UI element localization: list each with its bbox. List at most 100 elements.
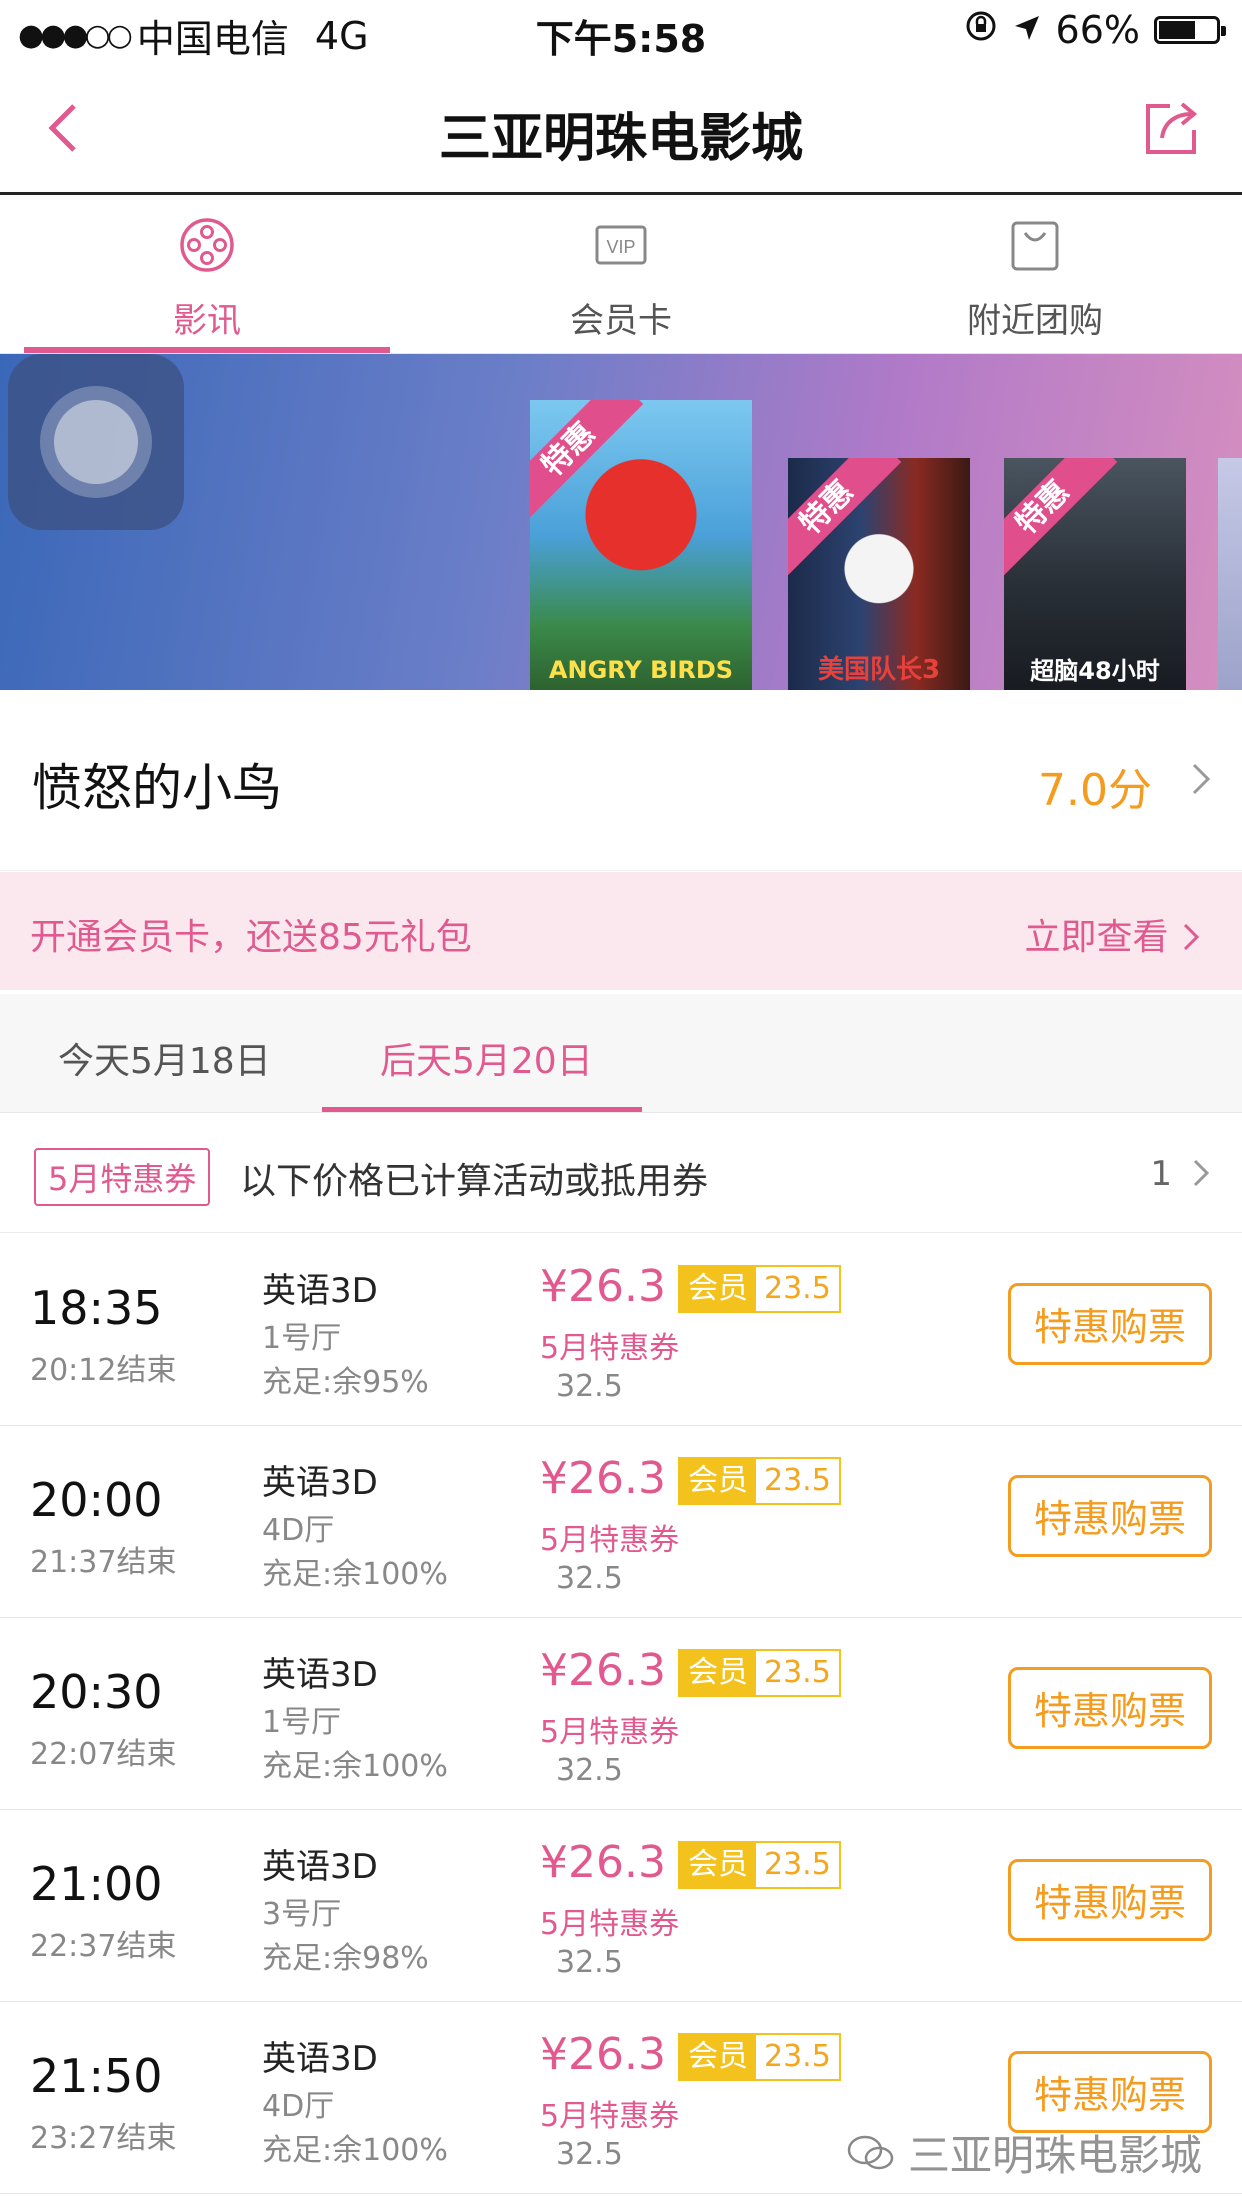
original-price: 32.5	[556, 1753, 623, 1788]
promo-link-label: 立即查看	[1024, 917, 1169, 958]
original-price: 32.5	[556, 2137, 623, 2172]
language-format: 英语3D	[262, 1463, 378, 1503]
price: ¥26.3	[540, 1261, 666, 1312]
language-format: 英语3D	[262, 2039, 378, 2079]
start-time: 18:35	[30, 1281, 163, 1335]
hall: 1号厅	[262, 1321, 342, 1356]
status-bar: ●●●○○ 中国电信 4G 下午5:58 66%	[0, 0, 1242, 62]
coupon-count: 1	[1150, 1154, 1172, 1194]
seat-availability: 充足:余100%	[262, 1557, 448, 1592]
buy-ticket-button[interactable]: 特惠购票	[1008, 2051, 1212, 2133]
language-format: 英语3D	[262, 1655, 378, 1695]
seat-availability: 充足:余95%	[262, 1365, 429, 1400]
page-title: 三亚明珠电影城	[438, 109, 803, 169]
original-price: 32.5	[556, 1369, 623, 1404]
share-button[interactable]	[1140, 96, 1204, 160]
seat-availability: 充足:余98%	[262, 1941, 429, 1976]
seat-availability: 充足:余100%	[262, 2133, 448, 2168]
location-arrow-icon	[1012, 8, 1042, 52]
member-price: 23.5	[756, 1267, 839, 1311]
wechat-icon	[847, 2135, 894, 2169]
tab-vip-card[interactable]: VIP 会员卡	[414, 195, 828, 353]
buy-ticket-button[interactable]: 特惠购票	[1008, 1475, 1212, 1557]
price: ¥26.3	[540, 2029, 666, 2080]
end-time: 20:12结束	[30, 1353, 177, 1388]
tab-label: 会员卡	[570, 301, 672, 341]
coupon-row[interactable]: 5月特惠券 以下价格已计算活动或抵用券 1	[0, 1112, 1242, 1233]
tab-movies[interactable]: 影讯	[0, 195, 414, 353]
start-time: 21:00	[30, 1857, 163, 1911]
chevron-right-icon	[1183, 923, 1200, 951]
hall: 3号厅	[262, 1897, 342, 1932]
coupon-label: 5月特惠券	[540, 2099, 680, 2134]
buy-ticket-button[interactable]: 特惠购票	[1008, 1859, 1212, 1941]
start-time: 20:00	[30, 1473, 163, 1527]
member-label: 会员	[680, 1843, 756, 1887]
end-time: 22:07结束	[30, 1737, 177, 1772]
date-tab-today[interactable]: 今天5月18日	[58, 1032, 271, 1084]
poster-captain-america[interactable]: 特惠 美国队长3	[788, 458, 970, 690]
buy-ticket-button[interactable]: 特惠购票	[1008, 1283, 1212, 1365]
watermark: 三亚明珠电影城	[846, 2122, 1202, 2183]
tab-label: 附近团购	[967, 301, 1103, 341]
promo-text: 开通会员卡，还送85元礼包	[30, 917, 472, 958]
poster-title: ANGRY BIRDS	[548, 656, 734, 684]
member-price-badge: 会员 23.5	[678, 1841, 841, 1889]
battery-icon	[1154, 16, 1226, 44]
member-price: 23.5	[756, 1651, 839, 1695]
end-time: 21:37结束	[30, 1545, 177, 1580]
poster-carousel[interactable]: 特惠 ANGRY BIRDS 特惠 美国队长3 特惠 超脑48小时	[0, 354, 1242, 690]
share-icon	[1146, 102, 1198, 154]
assistive-touch-button[interactable]	[8, 354, 184, 530]
language-format: 英语3D	[262, 1271, 378, 1311]
poster-partial[interactable]	[1218, 458, 1242, 690]
showtime-row[interactable]: 20:00 21:37结束 英语3D 4D厅 充足:余100% ¥26.3 会员…	[0, 1425, 1242, 1618]
movie-info-row[interactable]: 愤怒的小鸟 7.0分	[0, 690, 1242, 871]
showtime-row[interactable]: 18:35 20:12结束 英语3D 1号厅 充足:余95% ¥26.3 会员 …	[0, 1233, 1242, 1426]
coupon-label: 5月特惠券	[540, 1523, 680, 1558]
nav-bar: 三亚明珠电影城	[0, 62, 1242, 195]
member-price: 23.5	[756, 2035, 839, 2079]
film-reel-icon	[180, 218, 234, 272]
svg-text:VIP: VIP	[606, 237, 635, 257]
hall: 4D厅	[262, 1513, 335, 1548]
tab-group-buy[interactable]: 附近团购	[828, 195, 1242, 353]
member-label: 会员	[680, 1651, 756, 1695]
poster-angry-birds[interactable]: 特惠 ANGRY BIRDS	[530, 400, 752, 690]
end-time: 23:27结束	[30, 2121, 177, 2156]
buy-ticket-button[interactable]: 特惠购票	[1008, 1667, 1212, 1749]
rotation-lock-icon	[964, 8, 998, 52]
member-price: 23.5	[756, 1459, 839, 1503]
end-time: 22:37结束	[30, 1929, 177, 1964]
member-price-badge: 会员 23.5	[678, 1457, 841, 1505]
movie-score: 7.0分	[1038, 765, 1152, 816]
movie-title: 愤怒的小鸟	[32, 759, 282, 817]
original-price: 32.5	[556, 1561, 623, 1596]
vip-card-icon: VIP	[595, 225, 647, 265]
start-time: 20:30	[30, 1665, 163, 1719]
price: ¥26.3	[540, 1837, 666, 1888]
coupon-label: 5月特惠券	[540, 1907, 680, 1942]
member-price-badge: 会员 23.5	[678, 1265, 841, 1313]
tab-underline	[24, 347, 390, 353]
battery-percent: 66%	[1055, 8, 1140, 52]
member-promo-banner[interactable]: 开通会员卡，还送85元礼包 立即查看	[0, 872, 1242, 990]
promo-link[interactable]: 立即查看	[1025, 908, 1202, 960]
showtime-row[interactable]: 21:00 22:37结束 英语3D 3号厅 充足:余98% ¥26.3 会员 …	[0, 1809, 1242, 2002]
chevron-right-icon	[1192, 763, 1211, 795]
showtime-row[interactable]: 20:30 22:07结束 英语3D 1号厅 充足:余100% ¥26.3 会员…	[0, 1617, 1242, 1810]
price: ¥26.3	[540, 1453, 666, 1504]
hall: 1号厅	[262, 1705, 342, 1740]
original-price: 32.5	[556, 1945, 623, 1980]
member-label: 会员	[680, 2035, 756, 2079]
date-tab-day-after[interactable]: 后天5月20日	[380, 1032, 593, 1084]
watermark-text: 三亚明珠电影城	[907, 2131, 1202, 2180]
poster-criminal[interactable]: 特惠 超脑48小时	[1004, 458, 1186, 690]
tab-bar: 影讯 VIP 会员卡 附近团购	[0, 195, 1242, 354]
member-price: 23.5	[756, 1843, 839, 1887]
coupon-label: 5月特惠券	[540, 1331, 680, 1366]
member-label: 会员	[680, 1267, 756, 1311]
member-label: 会员	[680, 1459, 756, 1503]
chevron-right-icon	[1193, 1159, 1210, 1187]
coupon-tag: 5月特惠券	[34, 1148, 211, 1206]
